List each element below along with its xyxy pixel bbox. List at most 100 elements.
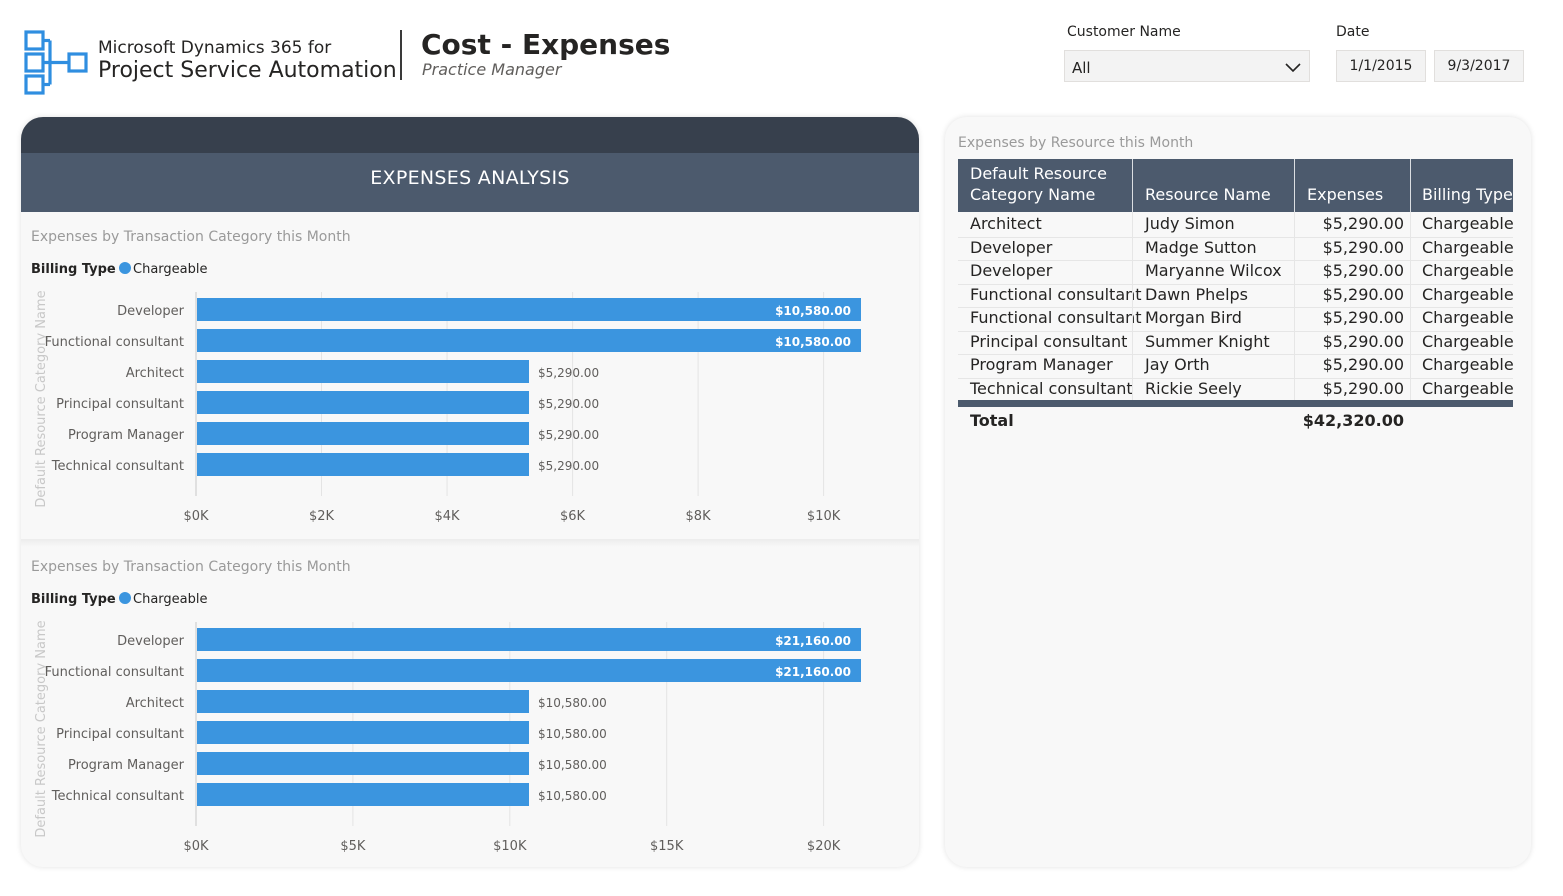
chart-title: Expenses by Transaction Category this Mo… [31, 559, 351, 575]
bar [197, 422, 529, 445]
x-tick-label: $8K [686, 509, 712, 524]
legend-label: Chargeable [133, 592, 207, 607]
legend-marker [119, 592, 131, 604]
x-tick-label: $20K [807, 839, 841, 854]
legend-marker [119, 262, 131, 274]
category-label: Functional consultant [45, 665, 184, 680]
data-label: $10,580.00 [538, 696, 607, 710]
category-label: Technical consultant [51, 789, 184, 804]
cell-resource-name: Summer Knight [1145, 331, 1270, 351]
category-label: Developer [117, 634, 185, 649]
cell-billing-type: Chargeable [1422, 308, 1514, 327]
x-tick-label: $10K [807, 509, 841, 524]
col-header-expenses[interactable]: Expenses [1307, 184, 1383, 205]
cell-resource-name: Jay Orth [1145, 355, 1210, 374]
col-header-billing-type[interactable]: Billing Type [1422, 184, 1513, 205]
row-divider [958, 377, 1513, 379]
cell-billing-type: Chargeable [1422, 378, 1514, 398]
cell-category: Architect [970, 214, 1042, 233]
row-divider [958, 330, 1513, 332]
card-header-title: EXPENSES ANALYSIS [370, 167, 570, 189]
cell-billing-type: Chargeable [1422, 355, 1514, 374]
data-label: $21,160.00 [775, 665, 851, 679]
bar [197, 391, 529, 414]
x-tick-label: $0K [183, 839, 209, 854]
expenses-analysis-card: EXPENSES ANALYSIS Expenses by Transactio… [21, 117, 919, 867]
row-divider [958, 236, 1513, 238]
header-divider [400, 30, 402, 80]
cell-resource-name: Rickie Seely [1145, 378, 1242, 398]
cell-category: Program Manager [970, 355, 1113, 374]
resource-expenses-card: Expenses by Resource this Month Default … [945, 117, 1531, 867]
category-label: Principal consultant [56, 727, 184, 742]
bar [197, 628, 861, 651]
data-label: $10,580.00 [775, 335, 851, 349]
customer-name-dropdown[interactable]: All [1064, 50, 1310, 82]
x-tick-label: $4K [435, 509, 461, 524]
data-label: $5,290.00 [538, 397, 599, 411]
cell-category: Developer [970, 261, 1053, 280]
category-label: Developer [117, 304, 185, 319]
total-value: $42,320.00 [1302, 411, 1404, 430]
date-label: Date [1336, 24, 1370, 40]
column-divider [1294, 212, 1295, 400]
column-divider [1132, 212, 1133, 400]
cell-expenses: $5,290.00 [1322, 214, 1404, 233]
cell-billing-type: Chargeable [1422, 214, 1514, 233]
cell-category: Functional consultant [970, 284, 1142, 304]
x-tick-label: $6K [560, 509, 586, 524]
bar [197, 453, 529, 476]
cell-expenses: $5,290.00 [1322, 355, 1404, 374]
x-tick-label: $15K [650, 839, 684, 854]
data-label: $5,290.00 [538, 428, 599, 442]
y-axis-title: Default Resource Category Name [34, 290, 49, 507]
cell-billing-type: Chargeable [1422, 331, 1514, 351]
category-label: Technical consultant [51, 459, 184, 474]
cell-resource-name: Morgan Bird [1145, 308, 1242, 327]
date-start-input[interactable]: 1/1/2015 [1336, 50, 1426, 82]
category-label: Architect [126, 696, 184, 711]
psa-logo-icon [24, 30, 88, 95]
cell-billing-type: Chargeable [1422, 261, 1514, 280]
table-header: Default Resource Category Name Resource … [958, 159, 1513, 212]
cell-billing-type: Chargeable [1422, 237, 1514, 257]
expenses-bar-chart-2: Expenses by Transaction Category this Mo… [31, 559, 861, 854]
cell-resource-name: Dawn Phelps [1145, 284, 1249, 304]
cell-expenses: $5,290.00 [1322, 308, 1404, 327]
cell-expenses: $5,290.00 [1322, 237, 1404, 257]
page-subtitle: Practice Manager [422, 60, 562, 79]
data-label: $21,160.00 [775, 634, 851, 648]
bar [197, 721, 529, 744]
cell-resource-name: Madge Sutton [1145, 237, 1257, 257]
row-divider [958, 307, 1513, 308]
x-tick-label: $2K [309, 509, 335, 524]
chart-separator [21, 539, 919, 547]
customer-name-value: All [1072, 59, 1091, 77]
category-label: Functional consultant [45, 335, 184, 350]
page-title: Cost - Expenses [421, 28, 671, 61]
table-title: Expenses by Resource this Month [958, 135, 1194, 151]
customer-name-label: Customer Name [1067, 24, 1181, 40]
x-tick-label: $0K [183, 509, 209, 524]
data-label: $10,580.00 [538, 758, 607, 772]
bar [197, 329, 861, 352]
column-divider [1410, 212, 1411, 400]
cell-resource-name: Judy Simon [1145, 214, 1235, 233]
data-label: $10,580.00 [538, 727, 607, 741]
col-header-resource[interactable]: Resource Name [1145, 184, 1271, 205]
date-end-input[interactable]: 9/3/2017 [1434, 50, 1524, 82]
bar [197, 783, 529, 806]
category-label: Program Manager [68, 758, 185, 773]
total-label: Total [970, 411, 1014, 430]
row-divider [958, 354, 1513, 355]
col-divider [1410, 159, 1411, 212]
category-label: Program Manager [68, 428, 185, 443]
col-header-category[interactable]: Default Resource Category Name [970, 163, 1130, 205]
chart-title: Expenses by Transaction Category this Mo… [31, 229, 351, 245]
data-label: $10,580.00 [775, 304, 851, 318]
total-band [958, 400, 1513, 407]
data-label: $5,290.00 [538, 366, 599, 380]
cell-billing-type: Chargeable [1422, 284, 1514, 304]
cell-category: Developer [970, 237, 1053, 257]
col-divider [1132, 159, 1133, 212]
